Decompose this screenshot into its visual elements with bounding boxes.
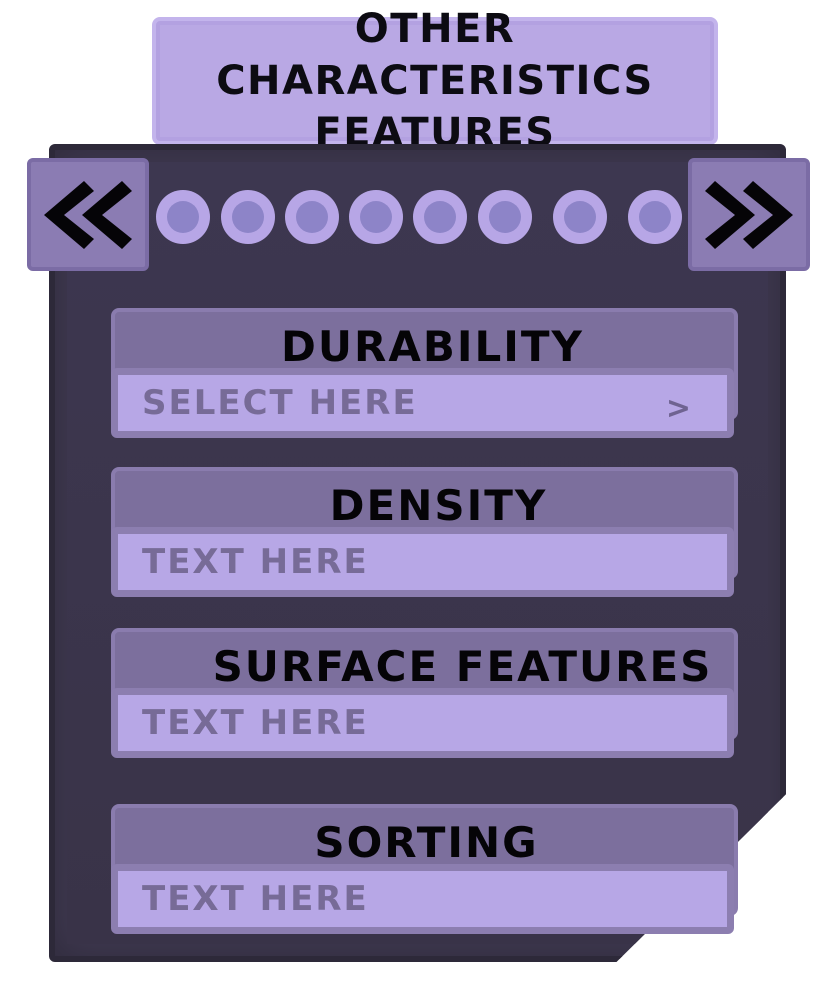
page-dot-5[interactable] (413, 190, 467, 244)
page-dot-4[interactable] (349, 190, 403, 244)
page-dot-2[interactable] (221, 190, 275, 244)
title-line-1: OTHER CHARACTERISTICS (216, 6, 654, 104)
surface-features-input[interactable]: TEXT HERE (111, 688, 734, 758)
page-dot-1[interactable] (156, 190, 210, 244)
section-title: OTHER CHARACTERISTICS FEATURES (152, 6, 718, 156)
durability-select[interactable]: SELECT HERE > (111, 368, 734, 438)
density-input[interactable]: TEXT HERE (111, 527, 734, 597)
page-dot-7[interactable] (553, 190, 607, 244)
durability-select-value: SELECT HERE (142, 383, 418, 423)
page-dot-8[interactable] (628, 190, 682, 244)
double-chevron-left-icon (44, 180, 132, 249)
next-page-button[interactable] (688, 158, 810, 271)
previous-page-button[interactable] (27, 158, 149, 271)
sorting-input[interactable]: TEXT HERE (111, 864, 734, 934)
page-dot-6[interactable] (478, 190, 532, 244)
page-dot-3[interactable] (285, 190, 339, 244)
chevron-right-icon: > (665, 391, 693, 426)
double-chevron-right-icon (705, 180, 793, 249)
